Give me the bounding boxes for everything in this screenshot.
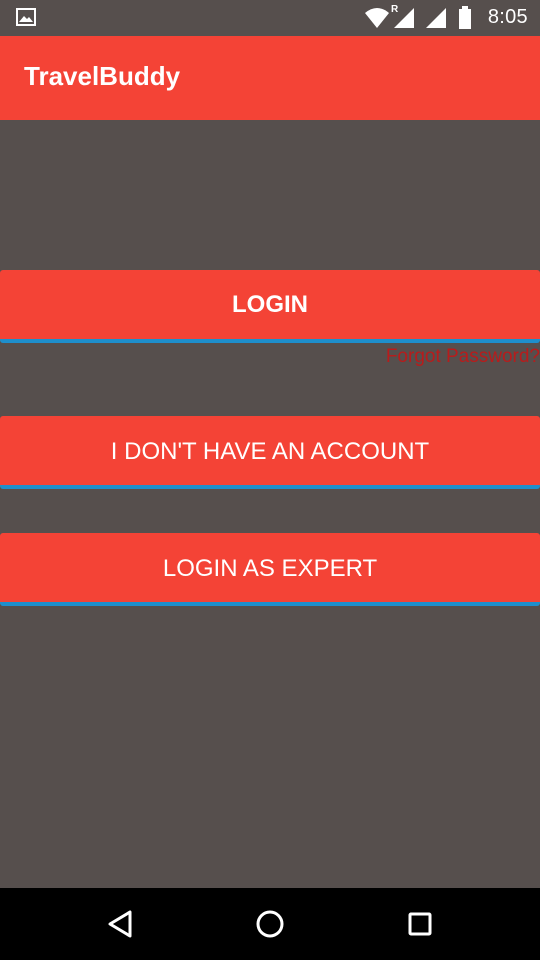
forgot-password-link[interactable]: Forgot Password? bbox=[386, 346, 540, 368]
status-bar: R 8:05 bbox=[0, 0, 540, 36]
app-title: TravelBuddy bbox=[24, 61, 181, 91]
status-icons: R 8:05 bbox=[340, 0, 540, 36]
login-as-expert-button[interactable]: LOGIN AS EXPERT bbox=[0, 533, 540, 606]
battery-icon bbox=[459, 6, 471, 29]
back-icon[interactable] bbox=[103, 906, 139, 942]
recents-icon[interactable] bbox=[402, 906, 438, 942]
app-bar: TravelBuddy bbox=[0, 36, 540, 120]
home-icon[interactable] bbox=[252, 906, 288, 942]
image-notification-icon bbox=[16, 8, 36, 26]
wifi-icon bbox=[365, 8, 389, 28]
signup-button[interactable]: I DON'T HAVE AN ACCOUNT bbox=[0, 416, 540, 489]
navigation-bar bbox=[0, 888, 540, 960]
cell-signal-icon bbox=[426, 8, 446, 28]
clock: 8:05 bbox=[487, 6, 528, 28]
roaming-signal-icon bbox=[394, 8, 414, 28]
login-button[interactable]: LOGIN bbox=[0, 270, 540, 343]
